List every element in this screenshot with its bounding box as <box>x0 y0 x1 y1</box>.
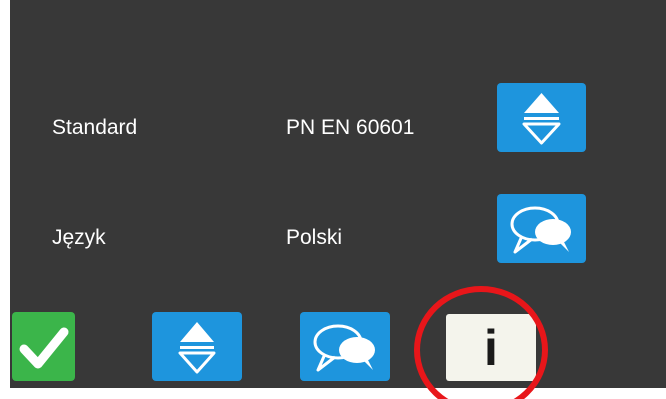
device-frame: Standard PN EN 60601 Język Polski i <box>0 0 666 399</box>
up-down-arrows-icon <box>178 322 216 374</box>
checkmark-icon <box>19 327 69 369</box>
language-toolbar-button[interactable] <box>300 312 390 381</box>
up-down-arrows-icon <box>522 93 561 145</box>
speech-bubbles-icon <box>313 324 375 372</box>
speech-bubbles-icon <box>510 206 571 254</box>
standard-toolbar-button[interactable] <box>152 312 242 381</box>
language-select-button[interactable] <box>497 194 586 263</box>
standard-label: Standard <box>52 116 138 139</box>
language-label: Język <box>52 226 106 249</box>
confirm-button[interactable] <box>12 312 75 381</box>
standard-value: PN EN 60601 <box>286 116 415 139</box>
language-value: Polski <box>286 226 343 249</box>
info-button[interactable]: i <box>446 314 536 381</box>
standard-select-button[interactable] <box>497 83 586 152</box>
info-icon: i <box>484 319 498 376</box>
